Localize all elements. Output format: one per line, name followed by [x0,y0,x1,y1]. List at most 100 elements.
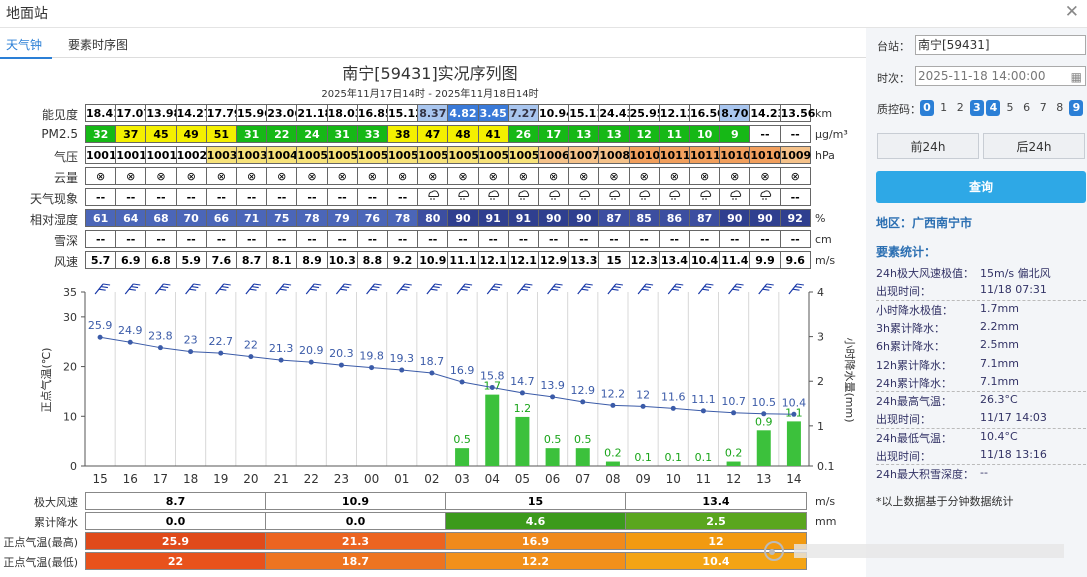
x-tick-label: 14 [786,472,801,486]
x-tick-label: 17 [153,472,168,486]
temperature-point [97,334,103,340]
temperature-point [338,362,344,368]
y2-tick-label: 1 [817,420,824,433]
qc-code[interactable]: 1 [937,100,951,116]
wind-barb-icon [492,286,501,289]
wind-barb-icon [460,288,468,291]
wind-barb-icon [581,288,589,291]
bottom-cell: 2.5 [625,512,807,530]
qc-code[interactable]: 6 [1020,100,1034,116]
region-text: 地区：广西南宁市 [876,216,973,230]
x-tick-label: 05 [515,472,530,486]
wind-barb-icon [163,283,171,286]
close-icon[interactable]: ✕ [1065,2,1079,22]
qc-code[interactable]: 5 [1003,100,1017,116]
qc-code[interactable]: 7 [1036,100,1050,116]
precip-bar [575,448,590,466]
temperature-point [399,367,405,373]
precip-bar [786,421,801,466]
prev-24h-button[interactable]: 前24h [877,133,979,159]
wind-barb-icon [314,283,322,286]
divider [876,391,1086,393]
precip-label: 0.1 [665,451,683,464]
wind-barb-icon [430,288,438,291]
stat-value: 1.7mm [980,301,1019,315]
y-tick-label: 0 [70,460,77,473]
temperature-point [308,359,314,365]
wind-barb-icon [796,283,804,286]
qc-code[interactable]: 9 [1069,100,1084,116]
temperature-point [550,394,556,400]
temperature-point [761,411,767,417]
x-tick-label: 10 [666,472,681,486]
wind-barb-icon [462,286,470,289]
qc-code[interactable]: 2 [953,100,967,116]
temperature-label: 12 [636,388,650,401]
wind-barb-icon [553,286,561,289]
bottom-cell: 4.6 [445,512,626,530]
wind-barb-icon [251,286,259,289]
station-label: 台站： [877,40,910,53]
stat-value: 7.1mm [980,356,1019,370]
wind-barb-icon [281,286,289,289]
temperature-point [157,345,163,351]
wind-barb-icon [219,288,227,291]
wind-barb-icon [490,288,498,291]
wind-barb-icon [764,286,772,289]
temperature-label: 13.9 [540,379,565,392]
qc-code[interactable]: 4 [986,100,1001,116]
qc-code[interactable]: 3 [969,100,984,116]
station-input[interactable]: 南宁[59431] [915,35,1086,55]
temperature-label: 16.9 [450,364,475,377]
precip-label: 1.2 [514,402,532,415]
precip-bar [605,461,620,466]
stats-note: *以上数据基于分钟数据统计 [876,495,1014,508]
temperature-point [429,370,435,376]
wind-barb-icon [736,283,744,286]
temperature-label: 10.4 [782,396,807,409]
bottom-unit: mm [815,515,837,528]
wind-barb-icon [221,286,229,289]
wind-barb-icon [734,286,742,289]
x-tick-label: 13 [756,472,771,486]
wind-barb-icon [555,283,563,286]
wind-barb-icon [284,283,292,286]
divider [876,464,1086,466]
x-tick-label: 03 [454,472,469,486]
temperature-point [489,384,495,390]
wind-barb-icon [673,286,682,289]
x-tick-label: 18 [183,472,198,486]
wind-barb-icon [641,288,649,291]
precip-label: 0.9 [755,415,773,428]
stat-key: 24h最高气温： [876,395,952,409]
wind-barb-icon [161,286,169,289]
qc-code[interactable]: 0 [920,100,934,116]
wind-barb-icon [253,283,261,286]
precip-bar [485,394,500,466]
watermark [760,536,1080,566]
calendar-icon[interactable]: ▦ [1071,68,1082,86]
wind-barb-icon [495,283,503,286]
wind-barb-icon [191,286,199,289]
qc-code[interactable]: 8 [1053,100,1067,116]
wind-barb-icon [344,283,352,286]
bottom-cell: 22 [85,552,266,570]
wind-barb-icon [766,283,774,286]
temperature-point [791,411,797,417]
bottom-cell: 10.9 [265,492,446,510]
temperature-label: 15.8 [480,369,505,382]
temperature-label: 10.7 [721,395,746,408]
bottom-cell: 12.2 [445,552,626,570]
x-tick-label: 04 [485,472,500,486]
wind-barb-icon [792,288,800,291]
temperature-point [218,350,224,356]
bottom-cell: 13.4 [625,492,807,510]
stat-key: 12h累计降水： [876,358,952,372]
time-input[interactable]: 2025-11-18 14:00:00 ▦ [915,66,1086,86]
precip-bar [455,448,470,466]
query-button[interactable]: 查询 [876,171,1086,203]
x-tick-label: 23 [334,472,349,486]
next-24h-button[interactable]: 后24h [983,133,1085,159]
y2-axis-label: 小时降水量(mm) [843,337,857,422]
y-tick-label: 35 [63,286,77,299]
